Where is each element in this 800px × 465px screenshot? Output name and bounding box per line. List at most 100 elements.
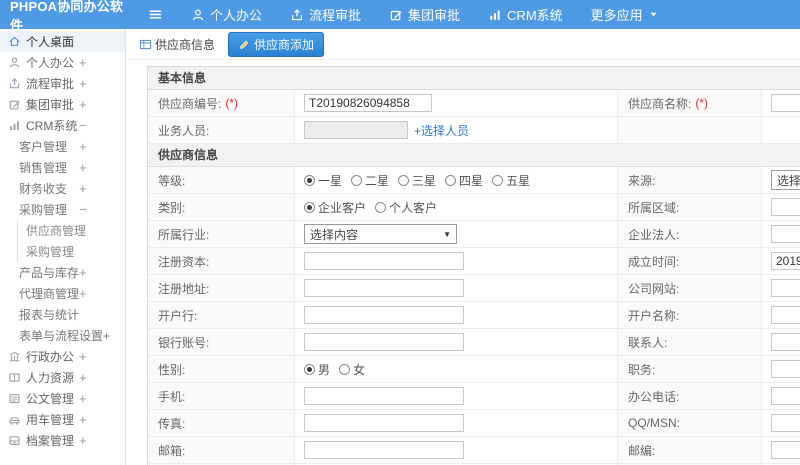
- expand-plus-icon[interactable]: +: [79, 413, 87, 426]
- form-field-legal-person: [762, 221, 800, 247]
- sidebar-item-agent-mgmt[interactable]: 代理商管理 +: [0, 283, 125, 304]
- tab-label: 供应商添加: [254, 37, 315, 52]
- founded-date-input[interactable]: [771, 252, 800, 270]
- radio-selected-icon: [304, 174, 315, 186]
- form-row: 性别: 男女职务:: [148, 356, 800, 383]
- radio-selected-icon: [304, 363, 315, 375]
- category-option-0[interactable]: 企业客户: [304, 199, 366, 216]
- navbar-item-label: 集团审批: [408, 8, 461, 23]
- sidebar-item-label: 公文管理: [26, 392, 75, 406]
- app-window: PHPOA协同办公软件 个人办公 流程审批 集团审批 CRM系统 更多应用 个人桌面 个人…: [0, 0, 800, 465]
- sidebar-item-supplier-mgmt[interactable]: 供应商管理: [0, 220, 125, 241]
- category-option-1[interactable]: 个人客户: [375, 199, 437, 216]
- sidebar-item-personal-desktop[interactable]: 个人桌面: [0, 31, 125, 52]
- field-label: 开户名称:: [628, 308, 680, 323]
- sidebar-item-purchase-mgmt[interactable]: 采购管理 −: [0, 199, 125, 220]
- registered-capital-input[interactable]: [304, 252, 464, 270]
- field-label: 传真:: [158, 416, 186, 431]
- sidebar-item-label: 行政办公: [26, 350, 75, 364]
- level-option-2[interactable]: 三星: [398, 172, 436, 189]
- sidebar-item-crm-system[interactable]: CRM系统 −: [0, 115, 125, 136]
- expand-plus-icon[interactable]: +: [79, 56, 87, 69]
- mobile-input[interactable]: [304, 387, 464, 405]
- tab-supplier-info[interactable]: 供应商信息: [133, 33, 221, 56]
- zip-code-input[interactable]: [771, 441, 800, 459]
- legal-person-input[interactable]: [771, 225, 800, 243]
- navbar-item-crm-system[interactable]: CRM系统: [488, 5, 563, 24]
- sidebar-item-purchasing-mgmt[interactable]: 采购管理: [0, 241, 125, 262]
- edit-icon: [8, 98, 22, 111]
- account-name-input[interactable]: [771, 306, 800, 324]
- sidebar-item-form-workflow-settings[interactable]: 表单与流程设置+: [0, 325, 125, 346]
- email-input[interactable]: [304, 441, 464, 459]
- field-label: 供应商编号:: [158, 96, 222, 111]
- tab-supplier-add[interactable]: 供应商添加: [228, 31, 325, 57]
- sidebar-item-sales-mgmt[interactable]: 销售管理 +: [0, 157, 125, 178]
- sidebar-item-product-inventory[interactable]: 产品与库存 +: [0, 262, 125, 283]
- navbar-item-workflow-approval[interactable]: 流程审批: [290, 5, 361, 24]
- navbar-item-group-approval[interactable]: 集团审批: [389, 5, 460, 24]
- business-staff-input[interactable]: [304, 121, 408, 139]
- sidebar-item-personal-office[interactable]: 个人办公 +: [0, 52, 125, 73]
- bank-branch-input[interactable]: [304, 306, 464, 324]
- field-label: 邮箱:: [158, 443, 186, 458]
- level-option-3[interactable]: 四星: [445, 172, 483, 189]
- gender-option-1[interactable]: 女: [339, 361, 365, 378]
- sidebar-item-workflow-approval[interactable]: 流程审批 +: [0, 73, 125, 94]
- supplier-name-input[interactable]: [771, 94, 800, 112]
- position-input[interactable]: [771, 360, 800, 378]
- radio-label: 二星: [365, 173, 390, 188]
- sidebar-item-vehicle-mgmt[interactable]: 用车管理 +: [0, 409, 125, 430]
- sidebar-item-archive-mgmt[interactable]: 档案管理 +: [0, 430, 125, 451]
- region-input[interactable]: [771, 198, 800, 216]
- sidebar-item-group-approval[interactable]: 集团审批 +: [0, 94, 125, 115]
- level-option-1[interactable]: 二星: [351, 172, 389, 189]
- expand-plus-icon[interactable]: +: [79, 140, 87, 153]
- level-option-4[interactable]: 五星: [492, 172, 530, 189]
- bank-account-input[interactable]: [304, 333, 464, 351]
- business-staff-picker-link[interactable]: +选择人员: [414, 122, 469, 139]
- expand-plus-icon[interactable]: +: [79, 98, 87, 111]
- sidebar-item-label: 销售管理: [19, 161, 68, 175]
- field-label: 性别:: [158, 362, 186, 377]
- expand-plus-icon[interactable]: +: [79, 392, 87, 405]
- level-option-0[interactable]: 一星: [304, 172, 342, 189]
- company-website-input[interactable]: [771, 279, 800, 297]
- expand-plus-icon[interactable]: +: [79, 77, 87, 90]
- collapse-minus-icon[interactable]: −: [79, 203, 87, 216]
- expand-plus-icon[interactable]: +: [79, 350, 87, 363]
- share-icon: [8, 77, 22, 90]
- expand-plus-icon[interactable]: +: [79, 161, 87, 174]
- industry-select[interactable]: 选择内容 ▼: [304, 224, 457, 244]
- expand-plus-icon[interactable]: +: [79, 287, 87, 300]
- fax-input[interactable]: [304, 414, 464, 432]
- sidebar-item-reports-stats[interactable]: 报表与统计: [0, 304, 125, 325]
- expand-plus-icon[interactable]: +: [79, 266, 87, 279]
- sidebar-item-customer-mgmt[interactable]: 客户管理 +: [0, 136, 125, 157]
- form-label-office-phone: 办公电话:: [618, 383, 762, 409]
- sidebar-item-human-resources[interactable]: 人力资源 +: [0, 367, 125, 388]
- navbar-item-personal-office[interactable]: 个人办公: [191, 5, 262, 24]
- expand-plus-icon[interactable]: +: [79, 371, 87, 384]
- navbar-item-more-apps[interactable]: 更多应用: [591, 5, 659, 24]
- office-phone-input[interactable]: [771, 387, 800, 405]
- contact-person-input[interactable]: [771, 333, 800, 351]
- expand-plus-icon[interactable]: +: [79, 182, 87, 195]
- form-field-industry: 选择内容 ▼: [295, 221, 618, 247]
- registered-address-input[interactable]: [304, 279, 464, 297]
- empty-label-cell: [618, 117, 762, 143]
- gender-option-0[interactable]: 男: [304, 361, 330, 378]
- field-label: 业务人员:: [158, 123, 210, 138]
- sidebar-item-finance-income-expense[interactable]: 财务收支 +: [0, 178, 125, 199]
- source-select[interactable]: 选择内容▼: [771, 170, 800, 190]
- qq-msn-input[interactable]: [771, 414, 800, 432]
- field-label: 银行账号:: [158, 335, 210, 350]
- form-field-fax: [295, 410, 618, 436]
- expand-plus-icon[interactable]: +: [79, 434, 87, 447]
- form-label-registered-address: 注册地址:: [148, 275, 295, 301]
- menu-toggle-button[interactable]: [148, 7, 163, 22]
- collapse-minus-icon[interactable]: −: [79, 119, 87, 132]
- supplier-code-input[interactable]: [304, 94, 432, 112]
- sidebar-item-document-mgmt[interactable]: 公文管理 +: [0, 388, 125, 409]
- sidebar-item-admin-office[interactable]: 行政办公 +: [0, 346, 125, 367]
